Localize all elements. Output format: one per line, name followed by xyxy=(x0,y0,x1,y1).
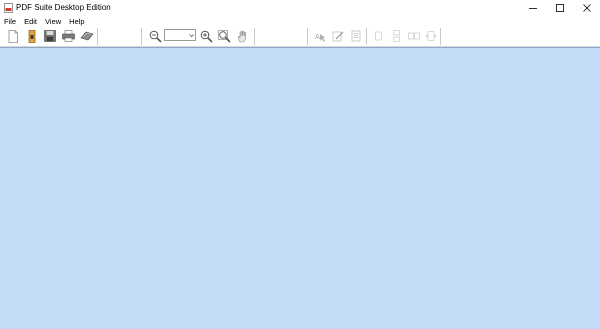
properties-button[interactable] xyxy=(349,29,363,43)
zoom-fit-button[interactable] xyxy=(217,29,231,43)
edit-text-icon xyxy=(332,31,344,42)
fit-width-button[interactable] xyxy=(424,29,438,43)
pdf-suite-app-icon xyxy=(4,3,13,13)
print-icon xyxy=(61,30,75,42)
zoom-in-button[interactable] xyxy=(199,29,213,43)
select-text-button[interactable]: A xyxy=(313,29,327,43)
select-text-icon: A xyxy=(315,33,326,42)
toolbar-separator xyxy=(440,28,441,45)
close-icon xyxy=(583,4,591,12)
app-window: PDF Suite Desktop Edition File Edit View… xyxy=(0,0,600,329)
save-button[interactable] xyxy=(43,29,57,43)
new-document-button[interactable] xyxy=(6,29,20,43)
maximize-button[interactable] xyxy=(547,0,573,16)
single-page-button[interactable] xyxy=(371,29,385,43)
title-bar: PDF Suite Desktop Edition xyxy=(0,0,600,16)
edit-text-button[interactable] xyxy=(331,29,345,43)
toolbar: A xyxy=(0,27,600,47)
zoom-fit-icon xyxy=(217,29,231,43)
menu-file[interactable]: File xyxy=(0,16,20,27)
scan-icon xyxy=(80,31,94,41)
window-title: PDF Suite Desktop Edition xyxy=(16,3,111,12)
hand-tool-icon xyxy=(238,30,247,42)
menu-view[interactable]: View xyxy=(41,16,65,27)
menu-edit[interactable]: Edit xyxy=(20,16,41,27)
open-folder-icon xyxy=(28,29,36,43)
continuous-page-icon xyxy=(392,30,400,42)
document-view-area[interactable] xyxy=(0,47,600,329)
minimize-button[interactable] xyxy=(520,0,546,16)
continuous-page-button[interactable] xyxy=(389,29,403,43)
open-button[interactable] xyxy=(25,29,39,43)
single-page-icon xyxy=(374,31,382,41)
save-icon xyxy=(44,30,56,42)
svg-text:A: A xyxy=(315,33,320,41)
chevron-down-icon xyxy=(189,34,194,38)
zoom-level-select[interactable] xyxy=(164,29,196,41)
scan-button[interactable] xyxy=(80,29,94,43)
zoom-out-button[interactable] xyxy=(148,29,162,43)
toolbar-separator xyxy=(254,28,255,45)
close-button[interactable] xyxy=(574,0,600,16)
toolbar-separator xyxy=(307,28,308,45)
new-document-icon xyxy=(8,29,18,43)
minimize-icon xyxy=(529,8,537,9)
facing-page-button[interactable] xyxy=(407,29,421,43)
maximize-icon xyxy=(556,4,564,12)
print-button[interactable] xyxy=(61,29,75,43)
menu-bar: File Edit View Help xyxy=(0,16,600,27)
toolbar-separator xyxy=(97,28,98,45)
properties-icon xyxy=(351,30,361,42)
menu-help[interactable]: Help xyxy=(65,16,88,27)
facing-page-icon xyxy=(408,32,420,40)
toolbar-separator xyxy=(141,28,142,45)
hand-tool-button[interactable] xyxy=(236,29,250,43)
fit-width-icon xyxy=(425,31,437,41)
toolbar-separator xyxy=(366,28,367,45)
zoom-in-icon xyxy=(200,30,213,43)
zoom-out-icon xyxy=(149,30,162,43)
